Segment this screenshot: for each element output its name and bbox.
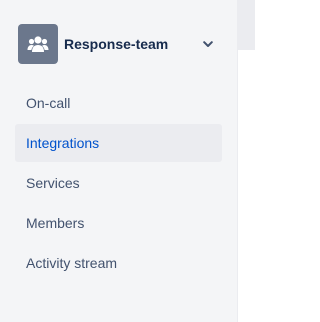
sidebar-item-label: Services	[26, 175, 80, 191]
sidebar-item-services[interactable]: Services	[15, 164, 222, 202]
sidebar-item-label: On-call	[26, 95, 71, 111]
chevron-down-icon[interactable]	[200, 36, 216, 52]
sidebar-item-members[interactable]: Members	[15, 204, 222, 242]
team-switcher[interactable]: Response-team	[18, 24, 224, 64]
sidebar-nav: On-call Integrations Services Members Ac…	[15, 84, 222, 284]
sidebar: Response-team On-call Integrations Servi…	[0, 0, 238, 322]
sidebar-item-label: Activity stream	[26, 255, 118, 271]
main-content	[238, 50, 255, 322]
sidebar-item-label: Integrations	[26, 135, 100, 151]
sidebar-item-label: Members	[26, 215, 85, 231]
team-people-icon	[27, 36, 49, 52]
team-avatar	[18, 24, 58, 64]
team-name: Response-team	[64, 36, 169, 52]
top-bar	[238, 0, 255, 50]
sidebar-item-on-call[interactable]: On-call	[15, 84, 222, 122]
sidebar-item-integrations[interactable]: Integrations	[15, 124, 222, 162]
sidebar-item-activity-stream[interactable]: Activity stream	[15, 244, 222, 282]
